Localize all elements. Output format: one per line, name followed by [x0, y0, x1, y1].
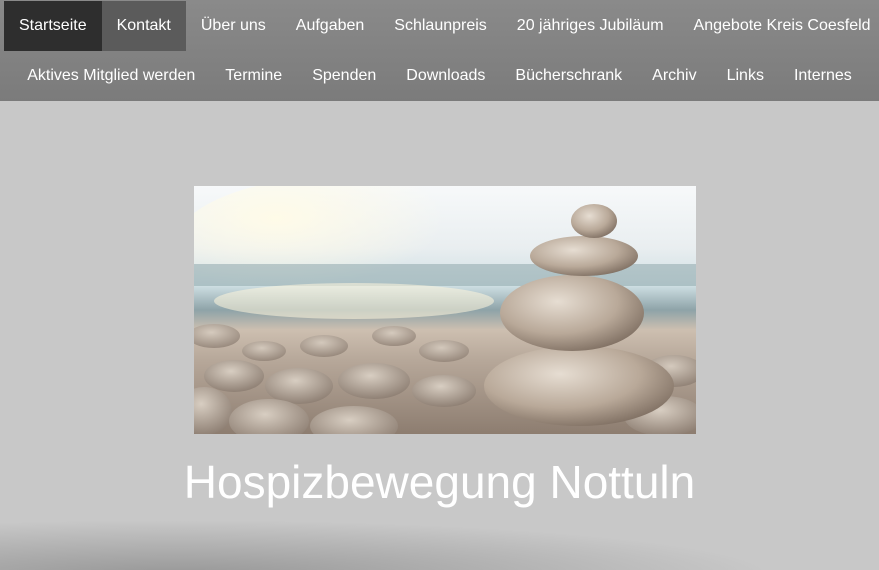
- nav-item-downloads[interactable]: Downloads: [391, 51, 500, 101]
- site-title: Hospizbewegung Nottuln: [183, 456, 696, 508]
- nav-item-internes[interactable]: Internes: [779, 51, 867, 101]
- nav-item-kontakt[interactable]: Kontakt: [101, 1, 186, 51]
- nav-item-ueber-uns[interactable]: Über uns: [186, 1, 281, 51]
- decorative-shadow: [0, 510, 879, 570]
- hero-image-stacked-stones: [194, 186, 696, 434]
- nav-item-spenden[interactable]: Spenden: [297, 51, 391, 101]
- nav-item-termine[interactable]: Termine: [210, 51, 297, 101]
- nav-item-archiv[interactable]: Archiv: [637, 51, 711, 101]
- main-navigation: Startseite Kontakt Über uns Aufgaben Sch…: [0, 0, 879, 101]
- stones-illustration: [194, 186, 696, 434]
- nav-item-aufgaben[interactable]: Aufgaben: [281, 1, 380, 51]
- nav-item-links[interactable]: Links: [712, 51, 779, 101]
- nav-item-startseite[interactable]: Startseite: [4, 1, 102, 51]
- nav-row-primary: Startseite Kontakt Über uns Aufgaben Sch…: [0, 1, 879, 51]
- nav-item-buecherschrank[interactable]: Bücherschrank: [500, 51, 637, 101]
- nav-row-secondary: Aktives Mitglied werden Termine Spenden …: [0, 51, 879, 101]
- nav-item-aktives-mitglied[interactable]: Aktives Mitglied werden: [12, 51, 210, 101]
- nav-item-schlaunpreis[interactable]: Schlaunpreis: [379, 1, 502, 51]
- nav-item-angebote-kreis-coesfeld[interactable]: Angebote Kreis Coesfeld: [679, 1, 879, 51]
- nav-item-jubilaeum[interactable]: 20 jähriges Jubiläum: [502, 1, 679, 51]
